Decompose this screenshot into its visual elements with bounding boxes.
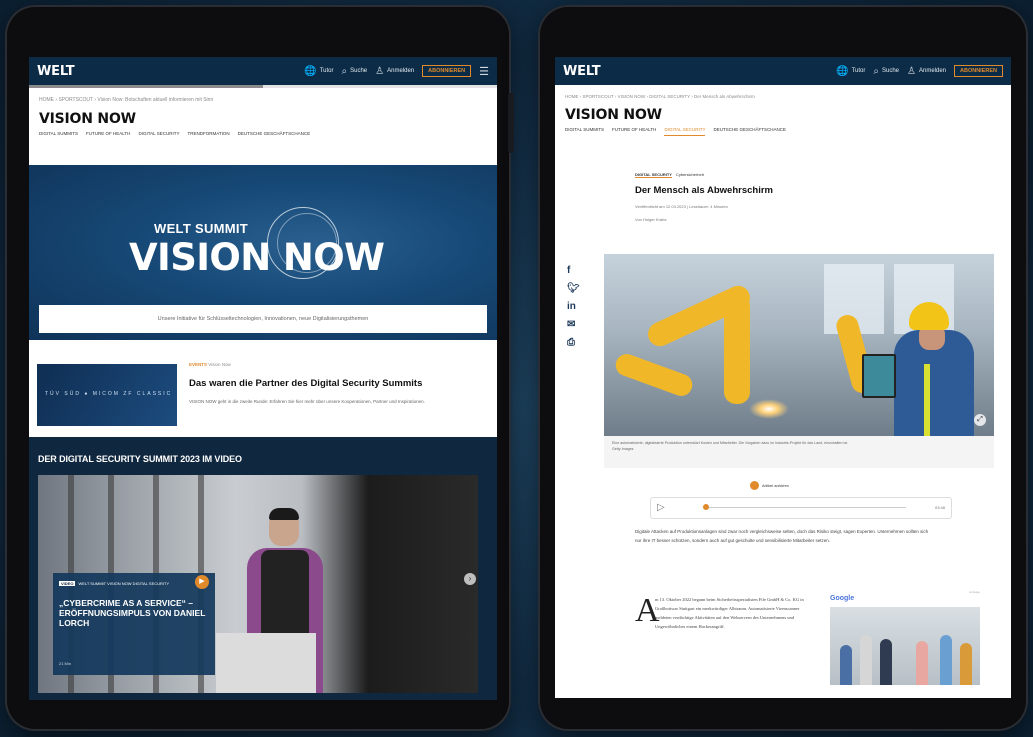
article-headline: Der Mensch als Abwehrschirm [635, 185, 773, 196]
hero-title: VISION NOW [129, 236, 385, 279]
reading-progress-fill [29, 85, 263, 88]
partner-logos: TÜV SÜD ● MICOM ZF CLASSIC [45, 391, 173, 397]
tablet-left: WELT 🌐 Tutor ⌕ Suche ♙ Anmelden ABONNIEREN … [5, 5, 511, 731]
search-link[interactable]: ⌕ Suche [873, 66, 899, 77]
ad-person [960, 643, 972, 685]
page-title: VISION NOW [565, 107, 662, 123]
facebook-icon[interactable]: f [567, 265, 587, 283]
partners-thumbnail[interactable]: TÜV SÜD ● MICOM ZF CLASSIC [37, 364, 177, 426]
video-player[interactable]: VIDEO WELT SUMMIT VISION NOW DIGITAL SECU… [38, 475, 478, 693]
lectern [216, 633, 316, 693]
login-link[interactable]: ♙ Anmelden [907, 66, 946, 77]
article-image[interactable]: ⤢ [604, 254, 994, 436]
ad-person [940, 635, 952, 685]
image-caption: Eine automatisierte, digitalisierte Prod… [604, 436, 994, 468]
site-header: WELT 🌐 Tutor ⌕ Suche ♙ Anmelden ABONNIEREN [555, 57, 1011, 85]
play-icon[interactable]: ▶ [195, 575, 209, 589]
ad-person [880, 639, 892, 685]
nav-future-of-health[interactable]: FUTURE OF HEALTH [612, 127, 656, 136]
expand-icon[interactable]: ⤢ [974, 414, 986, 426]
video-duration: 21 Min [59, 661, 72, 666]
nav-future-of-health[interactable]: FUTURE OF HEALTH [86, 131, 130, 139]
nav-trendformation[interactable]: TRENDFORMATION [187, 131, 229, 139]
ad-person [860, 635, 872, 685]
ad-image[interactable] [830, 607, 980, 685]
welding-sparks [749, 399, 789, 419]
globe-icon: 🌐 [304, 65, 317, 77]
share-bar: f 🐦︎ in ✉ ⎙ [567, 265, 587, 355]
video-title[interactable]: „CYBERCRIME AS A SERVICE“ – ERÖFFNUNGSIM… [59, 598, 211, 628]
nav-digital-security[interactable]: DIGITAL SECURITY [664, 127, 706, 136]
search-icon: ⌕ [341, 65, 348, 77]
mail-icon[interactable]: ✉ [567, 319, 587, 337]
nav-digital-summits[interactable]: DIGITAL SUMMITS [39, 131, 78, 139]
partners-teaser[interactable]: TÜV SÜD ● MICOM ZF CLASSIC EVENTS Vision… [37, 362, 489, 426]
article-author: Von Holger Krahe [635, 217, 667, 222]
welt-logo[interactable]: WELT [563, 64, 601, 79]
ad-person [916, 641, 928, 685]
image-credit: Getty Images [612, 447, 634, 451]
video-section: DER DIGITAL SECURITY SUMMIT 2023 IM VIDE… [29, 437, 497, 700]
audio-player[interactable]: ▷ 03:48 [650, 497, 952, 519]
site-header: WELT 🌐 Tutor ⌕ Suche ♙ Anmelden ABONNIEREN … [29, 57, 497, 85]
twitter-icon[interactable]: 🐦︎ [567, 283, 587, 301]
breadcrumb[interactable]: HOME › SPORTSCOUT › VISION NOW › DIGITAL… [555, 85, 1011, 99]
breadcrumb[interactable]: HOME › SPORTSCOUT › Vision Now: Botschaf… [29, 88, 497, 103]
reading-progress [29, 85, 497, 88]
teaser-meta: EVENTS Vision Now [189, 362, 231, 367]
robot-arm [724, 294, 750, 404]
page-title: VISION NOW [39, 111, 136, 127]
worker-vest [924, 364, 930, 436]
worker-tablet [862, 354, 896, 398]
hero-tagline: Unsere Initiative für Schlüsseltechnolog… [39, 305, 487, 333]
teaser-title[interactable]: Das waren die Partner des Digital Securi… [189, 378, 422, 389]
tutor-link[interactable]: 🌐 Tutor [836, 66, 865, 77]
menu-icon[interactable]: ☰ [479, 65, 489, 78]
audio-track[interactable] [706, 507, 906, 508]
tablet-right: WELT 🌐 Tutor ⌕ Suche ♙ Anmelden ABONNIEREN … [538, 5, 1028, 731]
chevron-right-icon[interactable]: › [464, 573, 476, 585]
nav-deutsche-geschaeftschance[interactable]: DEUTSCHE GESCHÄFTSCHANCE [713, 127, 786, 136]
section-nav: DIGITAL SUMMITS FUTURE OF HEALTH DIGITAL… [555, 125, 1011, 136]
ad-brand: Google [830, 595, 855, 602]
print-icon[interactable]: ⎙ [567, 337, 587, 355]
audio-time: 03:48 [934, 505, 945, 510]
tablet-side-button [508, 93, 514, 153]
article-category: DIGITAL SECURITY Cybersicherheit [635, 172, 704, 178]
article-lead: Digitale Attacken auf Produktionsanlagen… [635, 529, 929, 543]
video-tag: VIDEO WELT SUMMIT VISION NOW DIGITAL SECU… [59, 581, 170, 586]
user-icon: ♙ [907, 65, 916, 77]
audio-label: Artikel anhören [762, 483, 789, 488]
user-icon: ♙ [375, 65, 385, 77]
login-link[interactable]: ♙ Anmelden [375, 66, 414, 77]
section-nav: DIGITAL SUMMITS FUTURE OF HEALTH DIGITAL… [29, 129, 497, 139]
article-published: Veröffentlicht am 12.03.2023 | Lesedauer… [635, 204, 728, 209]
search-icon: ⌕ [873, 65, 879, 77]
search-link[interactable]: ⌕ Suche [342, 66, 368, 77]
ad-block[interactable]: Anzeige Google [830, 590, 980, 685]
article-header: DIGITAL SECURITY Cybersicherheit Der Mens… [635, 172, 935, 222]
video-card[interactable]: VIDEO WELT SUMMIT VISION NOW DIGITAL SECU… [53, 573, 215, 675]
globe-icon: 🌐 [836, 65, 849, 77]
welt-logo[interactable]: WELT [37, 64, 75, 79]
subscribe-button[interactable]: ABONNIEREN [954, 65, 1003, 77]
audio-scrubber[interactable] [703, 504, 709, 510]
hero-subtitle: WELT SUMMIT [154, 221, 249, 236]
nav-deutsche-geschaeftschance[interactable]: DEUTSCHE GESCHÄFTSCHANCE [238, 131, 311, 139]
article-body: m 13. Oktober 2022 begann beim Sicherhei… [655, 597, 804, 629]
tutor-link[interactable]: 🌐 Tutor [304, 66, 333, 77]
screen-left: WELT 🌐 Tutor ⌕ Suche ♙ Anmelden ABONNIEREN … [29, 57, 497, 700]
nav-digital-summits[interactable]: DIGITAL SUMMITS [565, 127, 604, 136]
audio-icon [750, 481, 759, 490]
play-icon[interactable]: ▷ [657, 502, 665, 513]
screen-right: WELT 🌐 Tutor ⌕ Suche ♙ Anmelden ABONNIEREN … [555, 57, 1011, 698]
ad-label: Anzeige [969, 590, 980, 594]
subscribe-button[interactable]: ABONNIEREN [422, 65, 472, 77]
ad-person [840, 645, 852, 685]
nav-digital-security[interactable]: DIGITAL SECURITY [138, 131, 179, 139]
video-section-heading: DER DIGITAL SECURITY SUMMIT 2023 IM VIDE… [38, 454, 242, 464]
teaser-description: VISION NOW geht in die zweite Runde: Erf… [189, 399, 425, 404]
robot-arm [612, 350, 696, 400]
linkedin-icon[interactable]: in [567, 301, 587, 319]
